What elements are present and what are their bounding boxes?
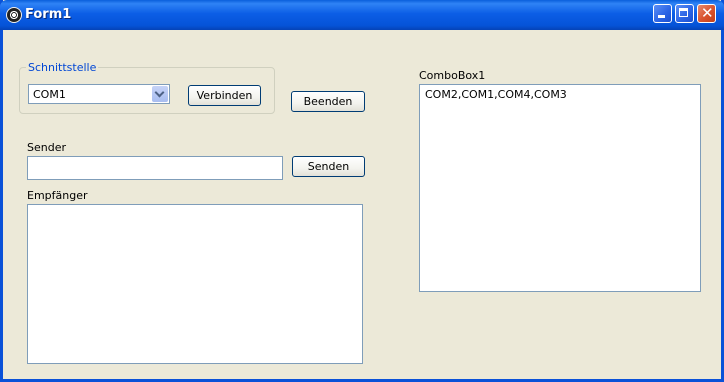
empfaenger-label: Empfänger xyxy=(27,189,88,202)
combobox1-listbox[interactable]: COM2,COM1,COM4,COM3 xyxy=(419,84,701,292)
title-bar[interactable]: Form1 ✕ xyxy=(0,0,724,30)
empfaenger-textarea[interactable] xyxy=(27,204,363,364)
list-item[interactable]: COM2,COM1,COM4,COM3 xyxy=(425,88,567,101)
close-button[interactable]: ✕ xyxy=(697,4,716,23)
beenden-button[interactable]: Beenden xyxy=(291,91,365,112)
combobox1-label: ComboBox1 xyxy=(419,69,486,82)
app-icon[interactable] xyxy=(6,7,22,23)
schnittstelle-label: Schnittstelle xyxy=(26,61,99,74)
verbinden-button[interactable]: Verbinden xyxy=(188,85,261,106)
senden-button[interactable]: Senden xyxy=(292,156,365,177)
close-icon: ✕ xyxy=(701,4,714,22)
maximize-button[interactable] xyxy=(675,4,694,23)
sender-input[interactable] xyxy=(27,156,283,180)
maximize-icon xyxy=(679,8,688,17)
minimize-button[interactable] xyxy=(653,4,672,23)
minimize-icon xyxy=(658,15,665,18)
port-combobox-value: COM1 xyxy=(33,88,66,101)
port-combobox[interactable]: COM1 xyxy=(28,84,170,104)
sender-label: Sender xyxy=(27,141,66,154)
chevron-down-icon[interactable] xyxy=(152,86,168,102)
window-title: Form1 xyxy=(25,7,72,22)
